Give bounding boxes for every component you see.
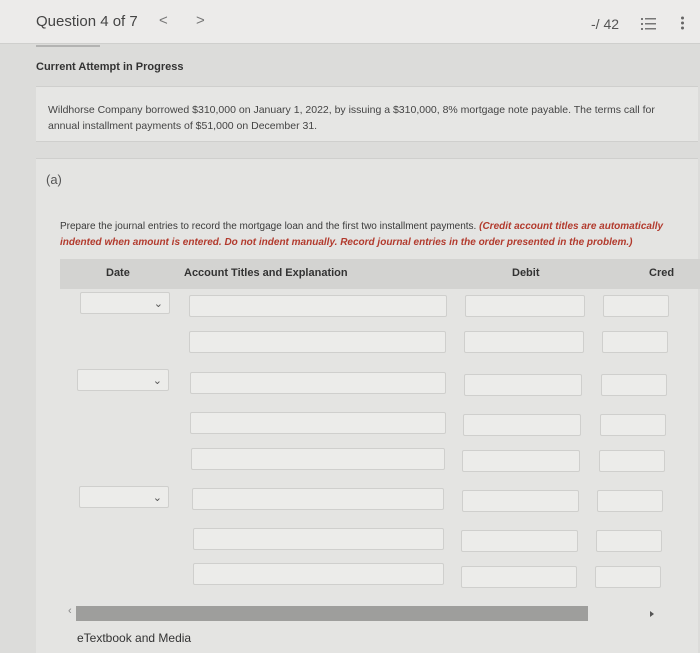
credit-input[interactable] bbox=[596, 530, 662, 552]
column-header-account: Account Titles and Explanation bbox=[184, 267, 348, 279]
debit-input[interactable] bbox=[463, 414, 581, 436]
credit-input[interactable] bbox=[602, 331, 668, 353]
chevron-down-icon: ⌄ bbox=[153, 298, 163, 310]
credit-input[interactable] bbox=[603, 295, 669, 317]
next-question-button[interactable]: > bbox=[196, 12, 205, 29]
attempt-status: Current Attempt in Progress bbox=[36, 61, 184, 73]
account-title-input[interactable] bbox=[193, 528, 444, 550]
account-title-input[interactable] bbox=[191, 448, 445, 470]
credit-input[interactable] bbox=[601, 374, 667, 396]
tab-underline bbox=[36, 45, 100, 47]
credit-input[interactable] bbox=[600, 414, 666, 436]
account-title-input[interactable] bbox=[189, 331, 446, 353]
debit-input[interactable] bbox=[464, 374, 582, 396]
date-select[interactable]: ⌄ bbox=[79, 486, 169, 508]
chevron-down-icon: ⌄ bbox=[152, 492, 162, 504]
list-icon[interactable] bbox=[641, 18, 656, 30]
column-header-debit: Debit bbox=[512, 267, 540, 279]
score-display: -/ 42 bbox=[591, 16, 620, 32]
horizontal-scrollbar[interactable] bbox=[76, 606, 588, 621]
instructions-text: Prepare the journal entries to record th… bbox=[60, 221, 477, 232]
debit-input[interactable] bbox=[462, 490, 579, 512]
scroll-right-arrow[interactable] bbox=[650, 611, 654, 617]
debit-input[interactable] bbox=[465, 295, 585, 317]
credit-input[interactable] bbox=[599, 450, 665, 472]
problem-panel: Wildhorse Company borrowed $310,000 on J… bbox=[36, 86, 698, 142]
more-vertical-icon[interactable] bbox=[680, 16, 685, 30]
part-label: (a) bbox=[46, 172, 62, 187]
journal-table-header: Date Account Titles and Explanation Debi… bbox=[60, 259, 700, 289]
credit-input[interactable] bbox=[595, 566, 661, 588]
column-header-credit: Cred bbox=[649, 267, 675, 279]
debit-input[interactable] bbox=[464, 331, 584, 353]
account-title-input[interactable] bbox=[190, 372, 446, 394]
account-title-input[interactable] bbox=[190, 412, 446, 434]
problem-text: Wildhorse Company borrowed $310,000 on J… bbox=[48, 104, 655, 132]
date-select[interactable]: ⌄ bbox=[80, 292, 170, 314]
account-title-input[interactable] bbox=[189, 295, 447, 317]
question-counter: Question 4 of 7 bbox=[36, 13, 138, 30]
scroll-left-arrow[interactable]: ‹ bbox=[68, 605, 72, 617]
column-header-date: Date bbox=[106, 267, 130, 279]
chevron-down-icon: ⌄ bbox=[152, 375, 162, 387]
account-title-input[interactable] bbox=[192, 488, 444, 510]
account-title-input[interactable] bbox=[193, 563, 444, 585]
etextbook-link[interactable]: eTextbook and Media bbox=[77, 631, 191, 645]
date-select[interactable]: ⌄ bbox=[77, 369, 169, 391]
instructions: Prepare the journal entries to record th… bbox=[60, 219, 680, 251]
previous-question-button[interactable]: < bbox=[159, 12, 168, 29]
credit-input[interactable] bbox=[597, 490, 663, 512]
debit-input[interactable] bbox=[462, 450, 580, 472]
top-bar: Question 4 of 7 < > -/ 42 bbox=[0, 0, 700, 44]
debit-input[interactable] bbox=[461, 530, 578, 552]
debit-input[interactable] bbox=[461, 566, 577, 588]
